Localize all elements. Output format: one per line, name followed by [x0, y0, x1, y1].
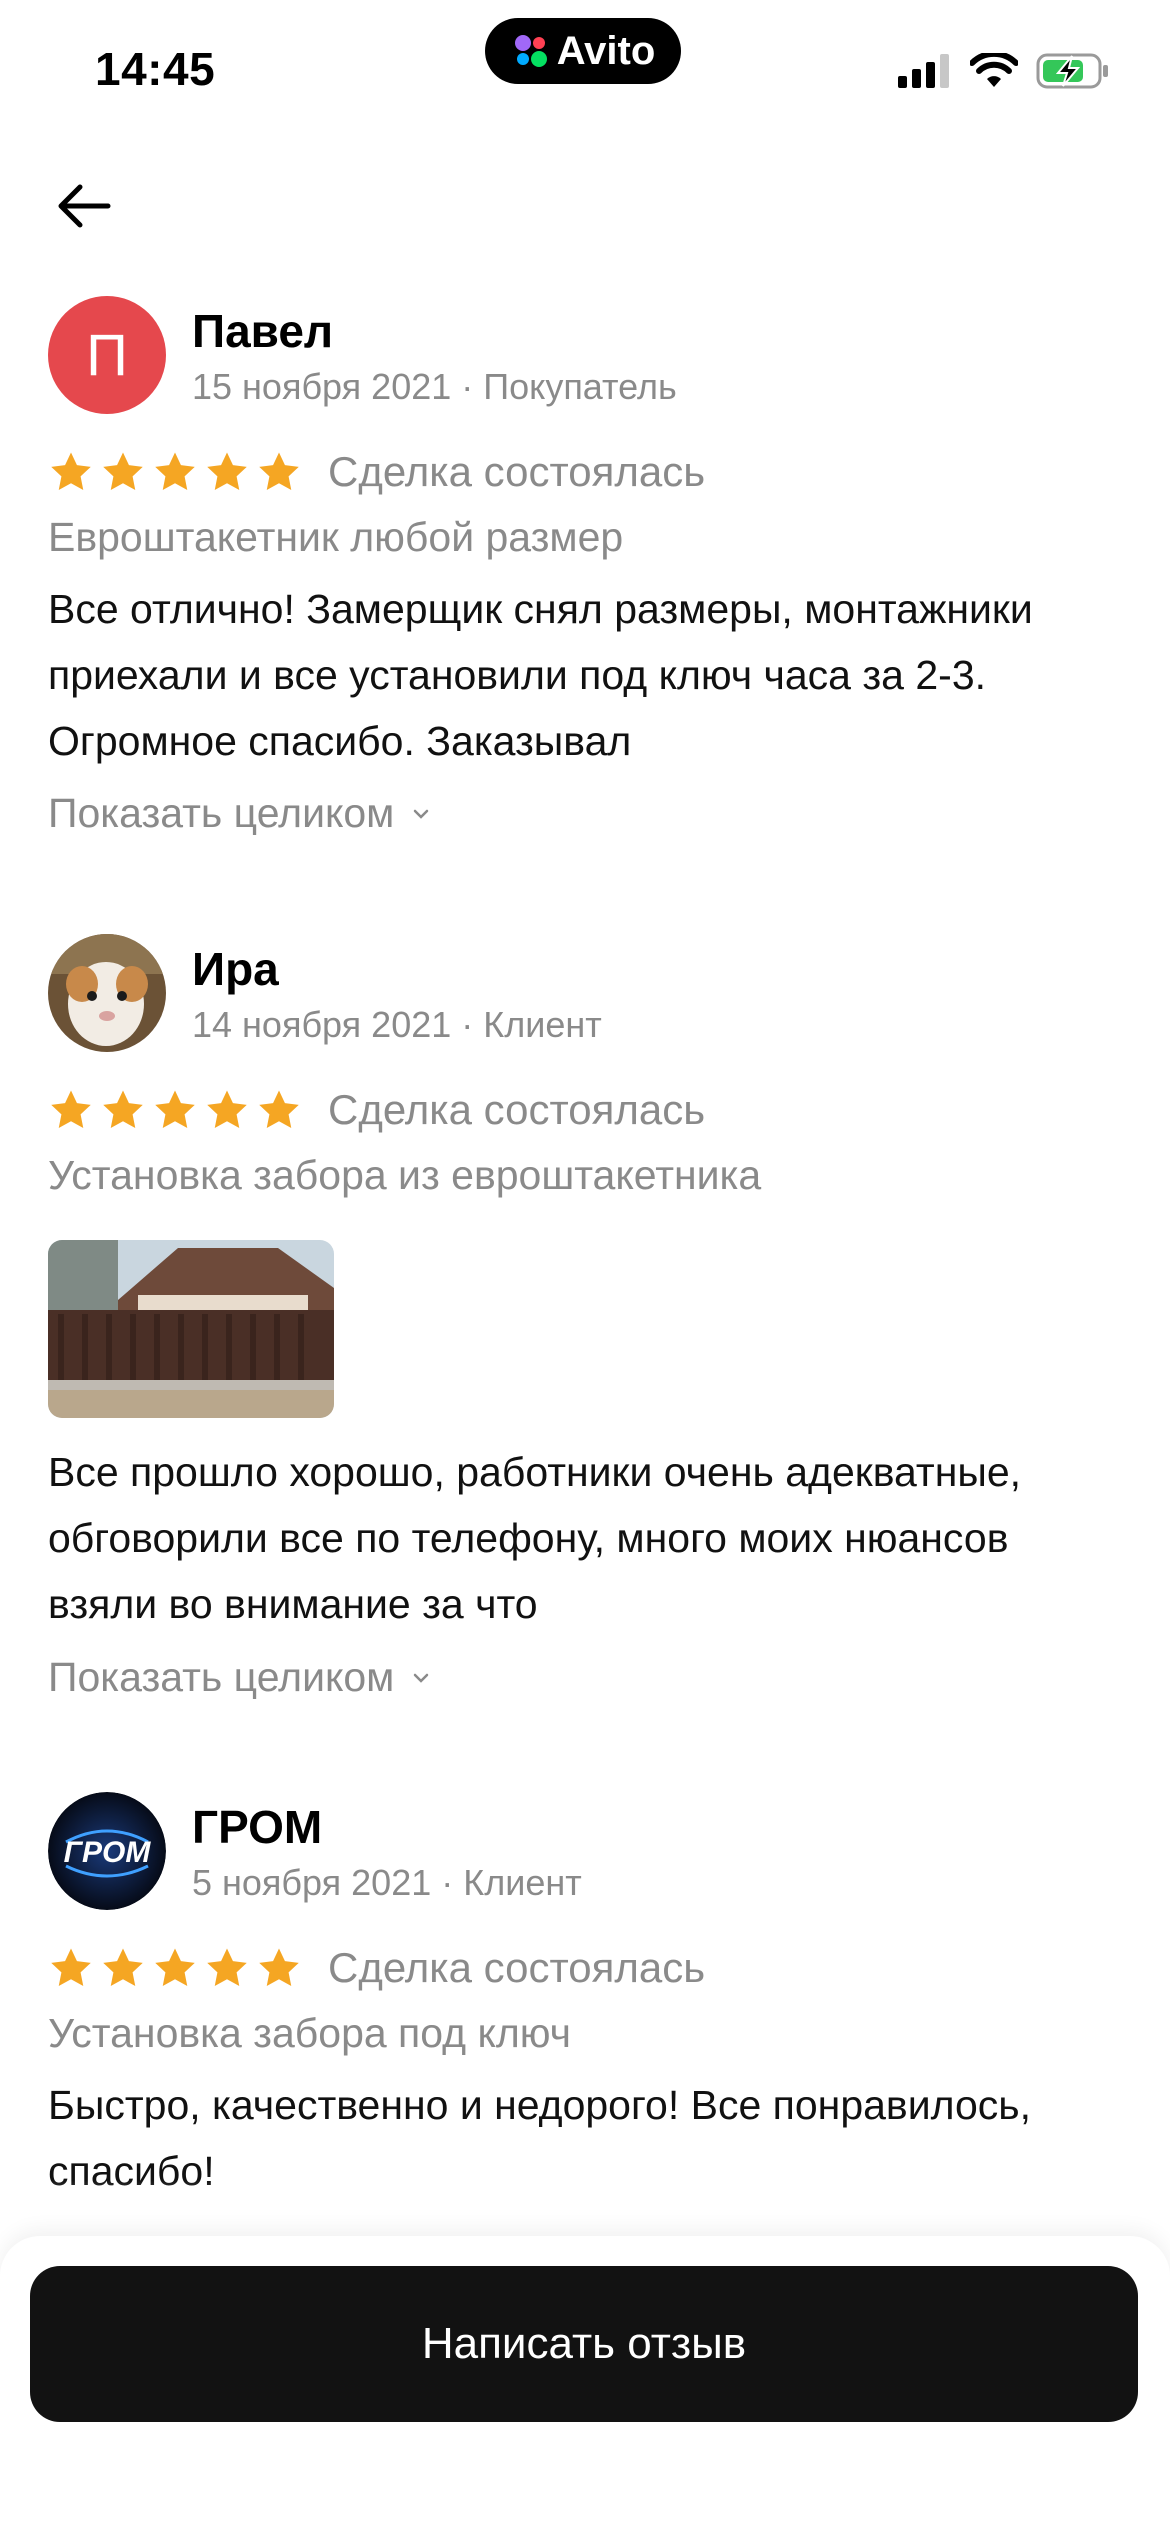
star-icon: [51, 1948, 91, 1987]
rating-row: Сделка состоялась: [48, 1944, 705, 1992]
review-meta: 14 ноября 2021 · Клиент: [192, 1004, 602, 1045]
review-service: Евроштакетник любой размер: [48, 514, 624, 560]
review-meta: 5 ноября 2021 · Клиент: [192, 1862, 582, 1903]
show-more-link[interactable]: Показать целиком: [48, 1654, 430, 1701]
status-icons: [898, 52, 1110, 90]
avito-badge-label: Avito: [556, 28, 656, 73]
show-more-link[interactable]: Показать целиком: [48, 790, 430, 837]
review-meta: 15 ноября 2021 · Покупатель: [192, 366, 677, 407]
star-icon: [103, 1090, 143, 1129]
star-icon: [155, 1948, 195, 1987]
star-icon: [103, 1948, 143, 1987]
review-service: Установка забора под ключ: [48, 2010, 572, 2056]
rating-row: Сделка состоялась: [48, 1086, 705, 1134]
deal-status: Сделка состоялась: [328, 1086, 706, 1133]
star-icon: [259, 1090, 299, 1129]
reviewer-name[interactable]: Ира: [192, 942, 279, 996]
deal-status: Сделка состоялась: [328, 448, 706, 495]
bottom-fade: [0, 2180, 1170, 2240]
review-card: ГРОМ ГРОМ 5 ноября 2021 · Клиент Сделка …: [48, 1792, 1122, 2212]
reviewer-name[interactable]: Павел: [192, 304, 333, 358]
avatar[interactable]: [48, 934, 166, 1052]
show-more-label: Показать целиком: [48, 1654, 395, 1700]
star-icon: [51, 1090, 91, 1129]
battery-charging-icon: [1036, 53, 1108, 89]
avatar[interactable]: П: [48, 296, 166, 414]
chevron-down-icon: [414, 1673, 429, 1683]
avito-badge: Avito: [485, 18, 681, 84]
star-icon: [207, 1948, 247, 1987]
wifi-icon: [970, 53, 1018, 87]
review-date: 14 ноября 2021: [192, 1004, 452, 1045]
grom-logo-text: ГРОМ: [64, 1836, 152, 1869]
review-photo[interactable]: [48, 1240, 334, 1418]
back-button[interactable]: [48, 170, 120, 242]
review-text: Все отлично! Замерщик снял размеры, монт…: [48, 586, 1033, 764]
deal-status: Сделка состоялась: [328, 1944, 706, 1991]
avatar[interactable]: ГРОМ: [48, 1792, 166, 1910]
star-icon: [259, 452, 299, 491]
star-icon: [259, 1948, 299, 1987]
status-bar: 14:45 Avito: [0, 0, 1170, 130]
avito-logo-icon: [514, 35, 547, 67]
star-icon: [207, 1090, 247, 1129]
guinea-pig-photo: [48, 934, 166, 1052]
review-text: Все прошло хорошо, работники очень адекв…: [48, 1449, 1022, 1627]
star-icon: [51, 452, 91, 491]
star-icon: [155, 452, 195, 491]
arrow-left-icon: [58, 184, 111, 228]
review-card: Ира 14 ноября 2021 · Клиент Сделка состо…: [48, 934, 1122, 1714]
chevron-down-icon: [414, 809, 429, 819]
review-service: Установка забора из евроштакетника: [48, 1152, 762, 1198]
review-card: П Павел 15 ноября 2021 · Покупатель Сдел…: [48, 296, 1122, 856]
show-more-label: Показать целиком: [48, 790, 395, 836]
star-icon: [103, 452, 143, 491]
cellular-signal-icon: [898, 54, 949, 88]
review-date: 15 ноября 2021: [192, 366, 452, 407]
fence-photo: [48, 1240, 334, 1418]
reviewer-name[interactable]: ГРОМ: [192, 1800, 322, 1854]
review-date: 5 ноября 2021: [192, 1862, 432, 1903]
star-icon: [155, 1090, 195, 1129]
star-icon: [207, 452, 247, 491]
status-time: 14:45: [95, 43, 216, 95]
reviewer-role: Клиент: [463, 1862, 582, 1903]
grom-logo: ГРОМ: [48, 1792, 166, 1910]
write-review-button[interactable]: Написать отзыв: [30, 2266, 1138, 2422]
reviewer-role: Клиент: [483, 1004, 602, 1045]
rating-row: Сделка состоялась: [48, 448, 705, 496]
reviewer-role: Покупатель: [483, 366, 677, 407]
